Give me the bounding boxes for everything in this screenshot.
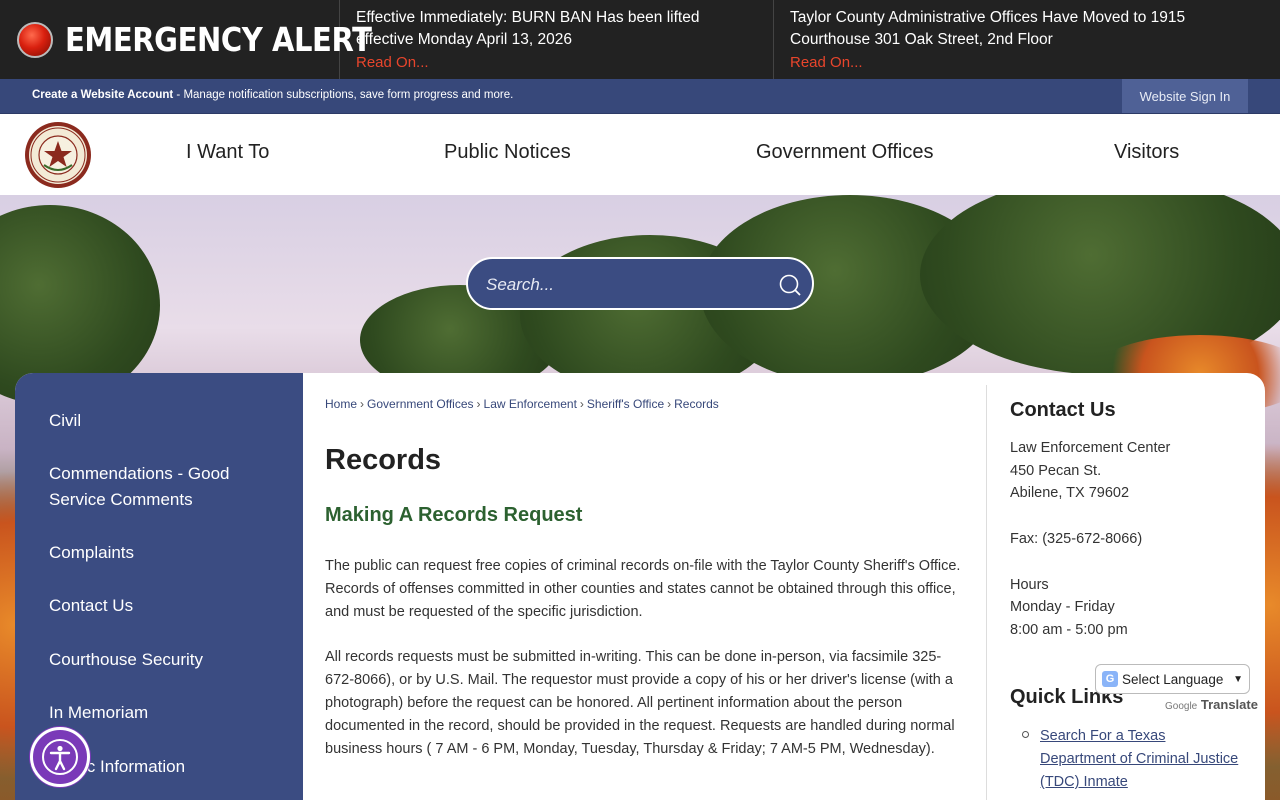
breadcrumb-sheriffs-office[interactable]: Sheriff's Office (587, 397, 664, 411)
contact-address-line: Abilene, TX 79602 (1010, 485, 1130, 501)
language-select-label: Select Language (1122, 671, 1224, 687)
breadcrumb-separator: › (667, 397, 672, 411)
search-icon[interactable] (778, 273, 802, 297)
main-nav: I Want To Public Notices Government Offi… (0, 114, 1280, 195)
contact-address-line: 450 Pecan St. (1010, 463, 1102, 479)
site-search (466, 257, 814, 310)
emergency-alert-bar: EMERGENCY ALERT Effective Immediately: B… (0, 0, 1280, 79)
nav-item-government-offices[interactable]: Government Offices (756, 141, 933, 164)
account-bar: Create a Website Account - Manage notifi… (0, 79, 1280, 114)
quick-link-tdc-inmate-search[interactable]: Search For a Texas Department of Crimina… (1040, 725, 1240, 794)
alert-light-icon (17, 21, 53, 58)
alert-item: Taylor County Administrative Offices Hav… (774, 0, 1280, 79)
hours-time: 8:00 am - 5:00 pm (1010, 622, 1128, 638)
google-translate-icon: G (1102, 671, 1118, 687)
translate-link[interactable]: Translate (1201, 697, 1258, 712)
hours-days: Monday - Friday (1010, 599, 1115, 615)
read-on-link[interactable]: Read On... (790, 51, 863, 74)
alert-text: Taylor County Administrative Offices Hav… (790, 9, 1186, 48)
sidebar-item-complaints[interactable]: Complaints (49, 540, 269, 566)
breadcrumb-separator: › (579, 397, 584, 411)
breadcrumb-law-enforcement[interactable]: Law Enforcement (484, 397, 577, 411)
section-heading: Making A Records Request (325, 504, 583, 526)
accessibility-icon (42, 739, 78, 775)
page-title: Records (325, 444, 442, 476)
alert-text: Effective Immediately: BURN BAN Has been… (356, 9, 700, 48)
column-divider (986, 385, 987, 800)
chevron-down-icon: ▼ (1233, 673, 1243, 685)
language-select[interactable]: G Select Language ▼ (1095, 664, 1250, 694)
alert-title-block: EMERGENCY ALERT (0, 0, 372, 79)
accessibility-button[interactable] (30, 727, 90, 787)
breadcrumb: Home › Government Offices › Law Enforcement ›… (325, 397, 719, 411)
breadcrumb-separator: › (360, 397, 365, 411)
powered-by-google: Google Translate (1165, 697, 1258, 712)
body-paragraph: The public can request free copies of cr… (325, 558, 961, 620)
list-bullet (1022, 731, 1029, 738)
search-input[interactable] (486, 273, 756, 297)
breadcrumb-home[interactable]: Home (325, 397, 357, 411)
contact-fax: Fax: (325-672-8066) (1010, 531, 1143, 547)
account-description: - Manage notification subscriptions, sav… (173, 89, 514, 101)
nav-item-public-notices[interactable]: Public Notices (444, 141, 571, 164)
content-panel: Civil Commendations - Good Service Comme… (15, 373, 1265, 800)
sidebar-item-courthouse-security[interactable]: Courthouse Security (49, 647, 269, 673)
account-message: Create a Website Account - Manage notifi… (32, 89, 513, 101)
breadcrumb-government-offices[interactable]: Government Offices (367, 397, 474, 411)
body-paragraph: All records requests must be submitted i… (325, 649, 955, 757)
create-account-link[interactable]: Create a Website Account (32, 89, 173, 101)
alert-label: EMERGENCY ALERT (65, 20, 372, 59)
breadcrumb-records[interactable]: Records (674, 397, 719, 411)
contact-heading: Contact Us (1010, 399, 1116, 421)
sidebar-item-contact-us[interactable]: Contact Us (49, 593, 269, 619)
website-sign-in-button[interactable]: Website Sign In (1122, 79, 1248, 113)
county-seal-logo[interactable] (24, 121, 92, 189)
alert-item: Effective Immediately: BURN BAN Has been… (340, 0, 774, 79)
nav-item-visitors[interactable]: Visitors (1114, 141, 1179, 164)
nav-item-i-want-to[interactable]: I Want To (186, 141, 269, 164)
sidebar-item-civil[interactable]: Civil (49, 408, 269, 434)
contact-address-line: Law Enforcement Center (1010, 440, 1171, 456)
sidebar-item-commendations[interactable]: Commendations - Good Service Comments (49, 461, 269, 513)
google-wordmark: Google (1165, 701, 1198, 712)
breadcrumb-separator: › (476, 397, 481, 411)
sidebar-item-in-memoriam[interactable]: In Memoriam (49, 700, 269, 726)
hours-label: Hours (1010, 577, 1049, 593)
